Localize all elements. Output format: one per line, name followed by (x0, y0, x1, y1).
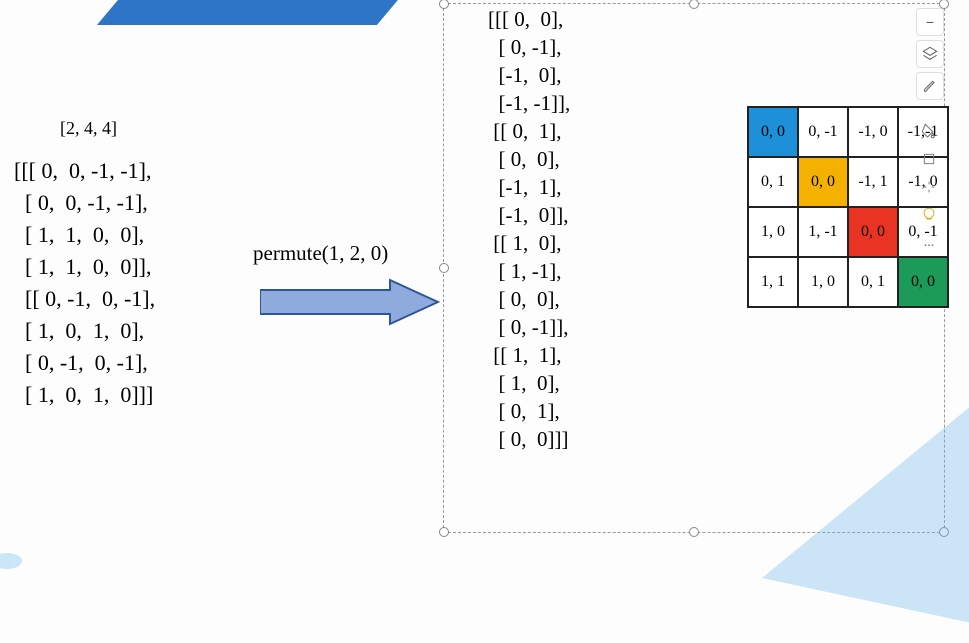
brush-icon (922, 78, 938, 94)
layers-icon (922, 46, 938, 62)
resize-handle[interactable] (689, 0, 699, 9)
resize-handle[interactable] (439, 527, 449, 537)
grid-cell: 0, -1 (798, 107, 848, 157)
grid-cell: 0, 1 (748, 157, 798, 207)
tensor-shape-label: [2, 4, 4] (60, 118, 117, 139)
grid-cell: 1, -1 (798, 207, 848, 257)
brush-button[interactable] (916, 72, 944, 100)
lightbulb-icon[interactable] (917, 204, 941, 226)
grid-cell: 0, 0 (798, 157, 848, 207)
permute-call-label: permute(1, 2, 0) (253, 241, 388, 266)
element-toolbar: − (916, 8, 944, 100)
more-icon[interactable]: ... (917, 232, 941, 254)
fill-icon[interactable] (917, 120, 941, 142)
resize-handle[interactable] (439, 0, 449, 9)
decorative-triangle-icon (749, 383, 969, 643)
crop-icon[interactable] (917, 148, 941, 170)
grid-cell: 0, 1 (848, 257, 898, 307)
grid-cell: 1, 0 (748, 207, 798, 257)
grid-cell: 1, 0 (798, 257, 848, 307)
grid-cell: -1, 0 (848, 107, 898, 157)
resize-handle[interactable] (439, 263, 449, 273)
collapse-button[interactable]: − (916, 8, 944, 36)
tensor-literal-right: [[[ 0, 0], [ 0, -1], [-1, 0], [-1, -1]],… (488, 5, 570, 453)
grid-cell: 0, 0 (748, 107, 798, 157)
side-toolbar: ... (917, 120, 941, 254)
grid-cell: -1, 1 (848, 157, 898, 207)
grid-cell: 1, 1 (748, 257, 798, 307)
slide-accent-blob (0, 553, 22, 569)
slide-accent-shape (97, 0, 423, 25)
tensor-literal-left: [[[ 0, 0, -1, -1], [ 0, 0, -1, -1], [ 1,… (14, 155, 155, 411)
layers-button[interactable] (916, 40, 944, 68)
grid-cell: 0, 0 (898, 257, 948, 307)
resize-handle[interactable] (689, 527, 699, 537)
link-break-icon[interactable] (917, 176, 941, 198)
arrow-icon (260, 278, 440, 326)
grid-cell: 0, 0 (848, 207, 898, 257)
